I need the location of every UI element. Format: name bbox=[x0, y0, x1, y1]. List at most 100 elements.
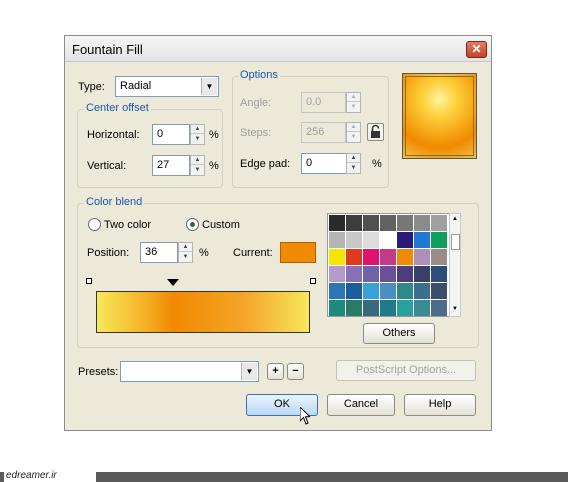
color-blend-bar[interactable] bbox=[96, 291, 310, 333]
palette-swatch[interactable] bbox=[397, 232, 413, 248]
palette-swatch[interactable] bbox=[431, 300, 447, 316]
chevron-down-icon[interactable]: ▼ bbox=[201, 78, 217, 95]
palette-swatch[interactable] bbox=[346, 266, 362, 282]
lock-button[interactable] bbox=[367, 123, 384, 141]
angle-label: Angle: bbox=[240, 97, 272, 109]
edge-pad-stepper[interactable]: ▲ ▼ bbox=[346, 153, 361, 174]
palette-swatch[interactable] bbox=[397, 283, 413, 299]
chevron-down-icon[interactable]: ▼ bbox=[191, 166, 204, 175]
palette-swatch[interactable] bbox=[431, 266, 447, 282]
custom-label[interactable]: Custom bbox=[202, 219, 240, 231]
steps-stepper[interactable]: ▲ ▼ bbox=[346, 122, 361, 143]
palette-swatch[interactable] bbox=[329, 283, 345, 299]
blend-start-handle[interactable] bbox=[86, 278, 92, 284]
chevron-up-icon[interactable]: ▲ bbox=[347, 123, 360, 132]
chevron-down-icon[interactable]: ▼ bbox=[347, 133, 360, 142]
palette-swatch[interactable] bbox=[329, 215, 345, 231]
palette-swatch[interactable] bbox=[397, 300, 413, 316]
plus-icon: + bbox=[272, 365, 279, 377]
chevron-down-icon[interactable]: ▼ bbox=[179, 253, 192, 262]
chevron-up-icon[interactable]: ▲ bbox=[347, 93, 360, 102]
remove-preset-button[interactable]: − bbox=[287, 363, 304, 380]
palette-swatch[interactable] bbox=[363, 266, 379, 282]
horizontal-input[interactable]: 0 bbox=[152, 124, 190, 145]
others-button[interactable]: Others bbox=[363, 323, 435, 344]
palette-swatch[interactable] bbox=[414, 215, 430, 231]
chevron-up-icon[interactable]: ▲ bbox=[452, 216, 458, 222]
options-title: Options bbox=[238, 69, 280, 81]
horizontal-stepper[interactable]: ▲ ▼ bbox=[190, 124, 205, 145]
position-input[interactable]: 36 bbox=[140, 242, 178, 263]
blend-position-marker[interactable] bbox=[167, 279, 179, 286]
palette-swatch[interactable] bbox=[363, 249, 379, 265]
presets-label: Presets: bbox=[78, 366, 119, 378]
palette-swatch[interactable] bbox=[346, 249, 362, 265]
title-bar[interactable]: Fountain Fill ✕ bbox=[65, 36, 491, 62]
angle-stepper[interactable]: ▲ ▼ bbox=[346, 92, 361, 113]
palette-swatch[interactable] bbox=[363, 300, 379, 316]
chevron-up-icon[interactable]: ▲ bbox=[347, 154, 360, 163]
custom-radio[interactable] bbox=[186, 218, 199, 231]
palette-swatch[interactable] bbox=[329, 232, 345, 248]
palette-swatch[interactable] bbox=[380, 249, 396, 265]
palette-swatch[interactable] bbox=[414, 232, 430, 248]
angle-value: 0.0 bbox=[306, 96, 322, 108]
palette-swatch[interactable] bbox=[431, 215, 447, 231]
palette-swatch[interactable] bbox=[397, 266, 413, 282]
palette-swatch[interactable] bbox=[380, 232, 396, 248]
cancel-button[interactable]: Cancel bbox=[327, 394, 395, 416]
palette-swatch[interactable] bbox=[431, 283, 447, 299]
chevron-up-icon[interactable]: ▲ bbox=[191, 125, 204, 134]
chevron-down-icon[interactable]: ▼ bbox=[347, 164, 360, 173]
position-stepper[interactable]: ▲ ▼ bbox=[178, 242, 193, 263]
close-button[interactable]: ✕ bbox=[466, 41, 487, 58]
center-offset-group bbox=[77, 109, 223, 188]
palette-swatch[interactable] bbox=[397, 215, 413, 231]
palette-swatch[interactable] bbox=[346, 215, 362, 231]
palette-swatch[interactable] bbox=[380, 283, 396, 299]
chevron-down-icon[interactable]: ▼ bbox=[241, 363, 257, 380]
palette-swatch[interactable] bbox=[329, 266, 345, 282]
palette-swatch[interactable] bbox=[397, 249, 413, 265]
palette-scroll-thumb[interactable] bbox=[451, 234, 460, 250]
steps-value: 256 bbox=[306, 126, 325, 138]
chevron-up-icon[interactable]: ▲ bbox=[179, 243, 192, 252]
palette-scrollbar[interactable]: ▲ ▼ bbox=[449, 213, 461, 317]
palette-swatch[interactable] bbox=[363, 232, 379, 248]
chevron-down-icon[interactable]: ▼ bbox=[452, 306, 458, 312]
type-select-value: Radial bbox=[120, 80, 152, 92]
palette-swatch[interactable] bbox=[414, 266, 430, 282]
palette-swatch[interactable] bbox=[380, 215, 396, 231]
vertical-stepper[interactable]: ▲ ▼ bbox=[190, 155, 205, 176]
palette-swatch[interactable] bbox=[329, 249, 345, 265]
postscript-options-button[interactable]: PostScript Options... bbox=[336, 360, 476, 381]
palette-swatch[interactable] bbox=[414, 283, 430, 299]
palette-swatch[interactable] bbox=[380, 266, 396, 282]
palette-swatch[interactable] bbox=[414, 249, 430, 265]
type-select[interactable]: Radial ▼ bbox=[115, 76, 219, 97]
palette-swatch[interactable] bbox=[363, 215, 379, 231]
angle-input[interactable]: 0.0 bbox=[301, 92, 346, 113]
palette-swatch[interactable] bbox=[431, 249, 447, 265]
palette-swatch[interactable] bbox=[363, 283, 379, 299]
blend-end-handle[interactable] bbox=[310, 278, 316, 284]
help-button[interactable]: Help bbox=[404, 394, 476, 416]
two-color-label[interactable]: Two color bbox=[104, 219, 151, 231]
chevron-up-icon[interactable]: ▲ bbox=[191, 156, 204, 165]
current-color-swatch[interactable] bbox=[280, 242, 316, 263]
presets-select[interactable]: ▼ bbox=[120, 361, 259, 382]
palette-swatch[interactable] bbox=[380, 300, 396, 316]
color-blend-title: Color blend bbox=[84, 196, 145, 208]
palette-swatch[interactable] bbox=[431, 232, 447, 248]
palette-swatch[interactable] bbox=[329, 300, 345, 316]
steps-input[interactable]: 256 bbox=[301, 122, 346, 143]
palette-swatch[interactable] bbox=[414, 300, 430, 316]
add-preset-button[interactable]: + bbox=[267, 363, 284, 380]
palette-swatch[interactable] bbox=[346, 300, 362, 316]
two-color-radio[interactable] bbox=[88, 218, 101, 231]
vertical-input[interactable]: 27 bbox=[152, 155, 190, 176]
chevron-down-icon[interactable]: ▼ bbox=[191, 135, 204, 144]
palette-swatch[interactable] bbox=[346, 232, 362, 248]
palette-swatch[interactable] bbox=[346, 283, 362, 299]
chevron-down-icon[interactable]: ▼ bbox=[347, 103, 360, 112]
